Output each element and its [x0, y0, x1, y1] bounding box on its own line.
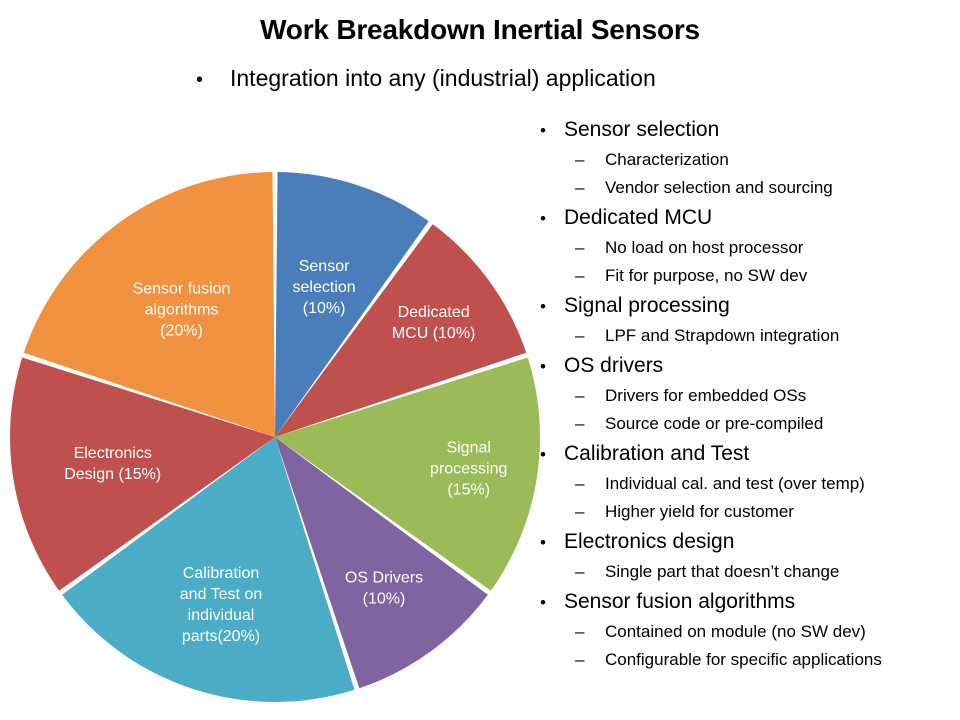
subtitle-row: • Integration into any (industrial) appl…: [196, 65, 656, 91]
outline-item-label: Calibration and Test: [564, 442, 750, 465]
bullet-dash-icon: –: [575, 386, 585, 405]
page-title: Work Breakdown Inertial Sensors: [260, 14, 700, 45]
outline-item-level2[interactable]: – Individual cal. and test (over temp): [540, 470, 960, 498]
bullet-dot-icon: •: [540, 593, 546, 612]
bullet-dash-icon: –: [575, 326, 585, 345]
outline-item-label: OS drivers: [564, 354, 664, 377]
outline-item-level2[interactable]: – Source code or pre-compiled: [540, 410, 960, 438]
pie-chart-svg: Sensor selection (10%) Dedicated MCU (10%)Si…: [10, 172, 540, 702]
bullet-dot-icon: •: [540, 357, 546, 376]
bullet-dash-icon: –: [575, 414, 585, 433]
outline-item-label: Signal processing: [564, 294, 730, 317]
outline-item-label: Sensor fusion algorithms: [564, 590, 796, 613]
bullet-dot-icon: •: [196, 69, 204, 91]
outline-item-label: Electronics design: [564, 530, 735, 553]
outline-subitem-label: Configurable for specific applications: [605, 650, 882, 669]
outline-subitem-label: Characterization: [605, 150, 729, 169]
outline-item-level2[interactable]: – Drivers for embedded OSs: [540, 382, 960, 410]
bullet-dash-icon: –: [575, 650, 585, 669]
outline-subitem-label: Fit for purpose, no SW dev: [605, 266, 808, 285]
bullet-dot-icon: •: [540, 297, 546, 316]
outline-item-level2[interactable]: – No load on host processor: [540, 234, 960, 262]
outline-item-level2[interactable]: – Single part that doesn’t change: [540, 558, 960, 586]
pie-chart: Sensor selection (10%) Dedicated MCU (10%) Si…: [8, 170, 542, 704]
bullet-dot-icon: •: [540, 533, 546, 552]
outline-item-level2[interactable]: – Vendor selection and sourcing: [540, 174, 960, 202]
outline-subitem-label: No load on host processor: [605, 238, 804, 257]
outline-subitem-label: Individual cal. and test (over temp): [605, 474, 865, 493]
outline-subitem-label: Source code or pre-compiled: [605, 414, 824, 433]
outline-subitem-label: Vendor selection and sourcing: [605, 178, 833, 197]
bullet-dot-icon: •: [540, 121, 546, 140]
bullet-dash-icon: –: [575, 150, 585, 169]
bullet-dash-icon: –: [575, 622, 585, 641]
outline-item-level1[interactable]: • Sensor selection: [540, 114, 960, 145]
outline-bullet-list: • Sensor selection – Characterization – Vendo…: [540, 114, 960, 674]
outline-item-level2[interactable]: – Configurable for specific applications: [540, 646, 960, 674]
bullet-dash-icon: –: [575, 238, 585, 257]
outline-item-level2[interactable]: – Characterization: [540, 146, 960, 174]
outline-subitem-label: Drivers for embedded OSs: [605, 386, 807, 405]
bullet-dash-icon: –: [575, 502, 585, 521]
outline-subitem-label: LPF and Strapdown integration: [605, 326, 840, 345]
outline-item-level2[interactable]: – LPF and Strapdown integration: [540, 322, 960, 350]
outline-item-label: Sensor selection: [564, 118, 720, 141]
bullet-dash-icon: –: [575, 178, 585, 197]
outline-item-level1[interactable]: • Signal processing: [540, 290, 960, 321]
bullet-dash-icon: –: [575, 562, 585, 581]
outline-subitem-label: Contained on module (no SW dev): [605, 622, 866, 641]
bullet-dot-icon: •: [540, 209, 546, 228]
bullet-dash-icon: –: [575, 474, 585, 493]
outline-subitem-label: Single part that doesn’t change: [605, 562, 840, 581]
outline-subitem-label: Higher yield for customer: [605, 502, 794, 521]
outline-item-level2[interactable]: – Higher yield for customer: [540, 498, 960, 526]
outline-item-level2[interactable]: – Contained on module (no SW dev): [540, 618, 960, 646]
bullet-dot-icon: •: [540, 445, 546, 464]
outline-item-level1[interactable]: • Electronics design: [540, 526, 960, 557]
outline-item-level1[interactable]: • Calibration and Test: [540, 438, 960, 469]
outline-item-level1[interactable]: • Dedicated MCU: [540, 202, 960, 233]
outline-item-level1[interactable]: • OS drivers: [540, 350, 960, 381]
outline-item-level2[interactable]: – Fit for purpose, no SW dev: [540, 262, 960, 290]
subtitle-text: Integration into any (industrial) applic…: [230, 65, 656, 91]
bullet-dash-icon: –: [575, 266, 585, 285]
outline-item-level1[interactable]: • Sensor fusion algorithms: [540, 586, 960, 617]
outline-item-label: Dedicated MCU: [564, 206, 713, 229]
